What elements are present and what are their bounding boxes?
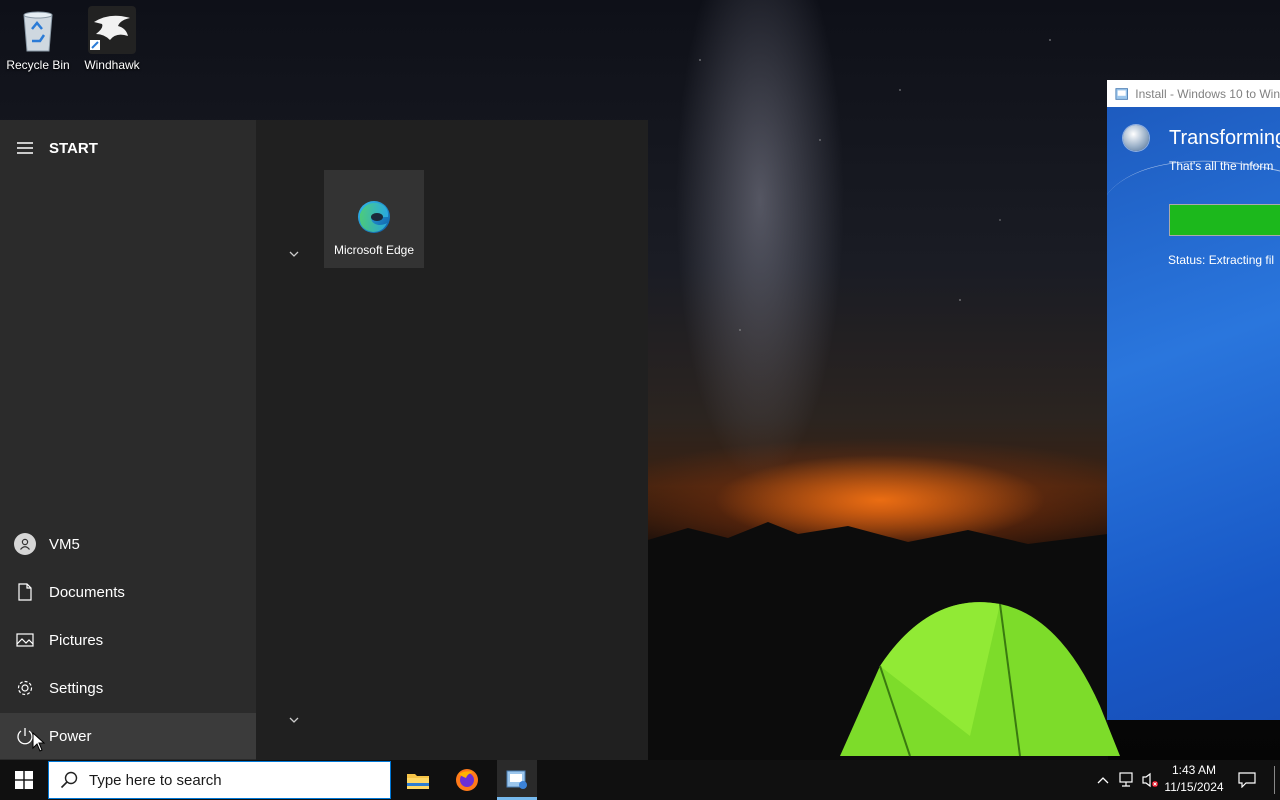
- start-item-label: Settings: [49, 679, 104, 697]
- search-icon: [49, 771, 89, 789]
- installer-progress-bar: [1169, 204, 1280, 236]
- user-avatar-icon: [13, 533, 36, 555]
- hamburger-menu-icon[interactable]: [0, 132, 49, 164]
- chevron-down-icon[interactable]: [286, 246, 302, 262]
- start-menu: START VM5 Documents Pictures Settings Po…: [0, 120, 648, 760]
- installer-icon: [1115, 87, 1128, 100]
- firefox-icon: [456, 769, 478, 791]
- folder-icon: [407, 774, 429, 789]
- installer-heading: Transforming: [1169, 127, 1280, 149]
- start-item-label: Pictures: [49, 631, 104, 649]
- installer-status: Status: Extracting fil: [1168, 253, 1275, 267]
- start-item-settings[interactable]: Settings: [0, 665, 256, 711]
- installer-subtext: That's all the inform: [1169, 159, 1274, 173]
- start-item-user[interactable]: VM5: [0, 521, 256, 567]
- installer-title-bar[interactable]: Install - Windows 10 to Win: [1107, 80, 1280, 107]
- network-icon[interactable]: [1116, 760, 1136, 800]
- chevron-down-icon[interactable]: [286, 712, 302, 728]
- mouse-cursor-icon: [32, 732, 46, 752]
- taskbar-clock[interactable]: 1:43 AM 11/15/2024: [1158, 762, 1230, 796]
- windhawk-eagle-icon: [88, 6, 136, 54]
- start-item-label: Documents: [49, 583, 125, 601]
- progress-fill: [1170, 205, 1280, 235]
- start-menu-left-pane: START VM5 Documents Pictures Settings Po…: [0, 120, 256, 760]
- globe-icon: [1123, 125, 1149, 151]
- start-button[interactable]: [0, 760, 48, 800]
- installer-window[interactable]: Install - Windows 10 to Win Transforming…: [1107, 80, 1280, 720]
- desktop-icon-label: Recycle Bin: [6, 58, 70, 72]
- start-item-label: VM5: [49, 535, 80, 553]
- document-icon: [0, 569, 49, 615]
- installer-title: Install - Windows 10 to Win: [1135, 86, 1280, 101]
- tile-label: Microsoft Edge: [333, 243, 415, 257]
- desktop-icon-recycle-bin[interactable]: Recycle Bin: [0, 4, 76, 72]
- windows-logo-icon: [15, 771, 33, 789]
- volume-muted-icon[interactable]: [1140, 760, 1160, 800]
- pictures-icon: [0, 617, 49, 663]
- start-menu-title: START: [49, 139, 98, 157]
- desktop-icon-windhawk[interactable]: Windhawk: [74, 4, 150, 72]
- wallpaper-tent: [840, 602, 1120, 757]
- show-hidden-icons-chevron-up-icon[interactable]: [1094, 760, 1112, 800]
- recycle-bin-icon: [14, 6, 62, 54]
- taskbar-file-explorer[interactable]: [398, 760, 438, 800]
- clock-date: 11/15/2024: [1164, 780, 1224, 794]
- installer-icon: [506, 770, 527, 789]
- tile-microsoft-edge[interactable]: Microsoft Edge: [324, 170, 424, 268]
- edge-icon: [358, 201, 390, 233]
- desktop-icon-label: Windhawk: [84, 58, 140, 72]
- start-item-label: Power: [49, 727, 92, 745]
- taskbar-installer[interactable]: [497, 760, 537, 800]
- action-center-icon[interactable]: [1234, 760, 1260, 800]
- gear-icon: [0, 665, 49, 711]
- search-placeholder: Type here to search: [89, 771, 222, 789]
- taskbar-firefox[interactable]: [447, 760, 487, 800]
- show-desktop-divider[interactable]: [1274, 766, 1275, 794]
- installer-body: Transforming That's all the inform Statu…: [1107, 107, 1280, 720]
- taskbar-search-box[interactable]: Type here to search: [48, 761, 391, 799]
- start-menu-header[interactable]: START: [0, 132, 256, 164]
- start-item-documents[interactable]: Documents: [0, 569, 256, 615]
- start-item-pictures[interactable]: Pictures: [0, 617, 256, 663]
- clock-time: 1:43 AM: [1171, 763, 1217, 777]
